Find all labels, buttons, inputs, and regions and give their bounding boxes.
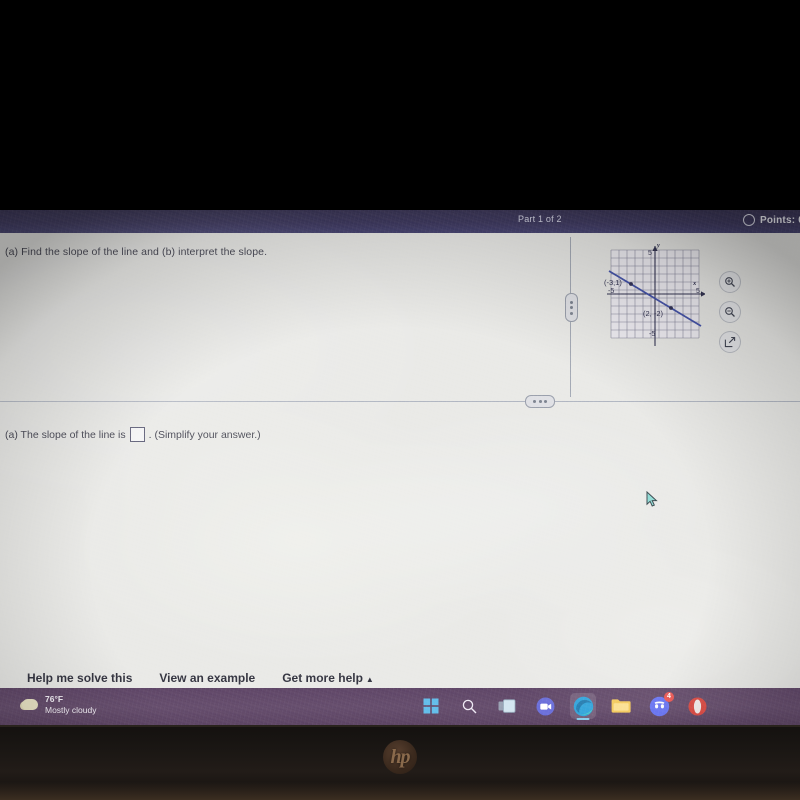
x-tick-positive: 5	[696, 288, 700, 295]
horizontal-divider	[0, 401, 800, 402]
help-me-solve-this-button[interactable]: Help me solve this	[27, 671, 132, 685]
data-point	[629, 282, 633, 286]
search-icon[interactable]	[456, 693, 482, 719]
chat-glyph	[536, 697, 554, 715]
mouse-cursor	[646, 490, 658, 508]
handle-dot	[570, 306, 573, 309]
search-glyph	[462, 699, 476, 713]
notification-badge: 4	[664, 692, 674, 702]
zoom-in-glyph	[725, 277, 735, 287]
graph-toolbar	[719, 271, 741, 353]
weather-text: 76°F Mostly cloudy	[45, 694, 97, 715]
coordinate-graph[interactable]: y x 5 -5 -5 5 (-3,1) (2, -2)	[604, 242, 705, 348]
circle-icon	[742, 214, 755, 226]
part-indicator: Part 1 of 2	[518, 214, 562, 224]
caret-up-icon: ▲	[365, 675, 374, 684]
y-axis-label: y	[657, 242, 660, 249]
expand-graph-icon[interactable]	[719, 331, 741, 353]
x-axis-label: x	[693, 280, 697, 287]
x-tick-negative: -5	[608, 288, 615, 295]
answer-prefix: (a) The slope of the line is	[5, 428, 126, 441]
hp-logo: hp	[383, 740, 417, 774]
cursor-arrow-icon	[646, 490, 658, 507]
data-point	[669, 306, 673, 310]
task-view-icon[interactable]	[494, 693, 520, 719]
weather-widget[interactable]: 76°F Mostly cloudy	[22, 694, 97, 715]
file-explorer-icon[interactable]	[608, 693, 634, 719]
handle-dot	[538, 400, 542, 403]
get-more-help-button[interactable]: Get more help ▲	[282, 671, 374, 685]
teams-chat-icon[interactable]	[532, 693, 558, 719]
laptop-photo: Part 1 of 2 Points: 0 (a) Find the slope…	[0, 0, 800, 800]
answer-row: (a) The slope of the line is . (Simplify…	[5, 427, 261, 442]
slope-answer-input[interactable]	[129, 427, 145, 442]
point-label-b: (2, -2)	[643, 309, 664, 318]
zoom-out-glyph	[725, 307, 735, 317]
edge-glyph	[573, 696, 593, 716]
laptop-screen: Part 1 of 2 Points: 0 (a) Find the slope…	[0, 210, 800, 726]
answer-suffix: . (Simplify your answer.)	[148, 428, 261, 441]
taskbar-icons: 4	[418, 692, 710, 719]
edge-browser-icon[interactable]	[570, 693, 596, 719]
cloud-icon	[22, 699, 38, 711]
folder-glyph	[611, 699, 631, 713]
vertical-resize-handle[interactable]	[565, 293, 578, 322]
help-links: Help me solve this View an example Get m…	[27, 671, 374, 685]
exercise-content-area: (a) Find the slope of the line and (b) i…	[0, 233, 800, 688]
desk-surface	[0, 782, 800, 800]
handle-dot	[570, 311, 573, 315]
y-tick-negative: -5	[649, 331, 656, 338]
opera-icon[interactable]	[684, 693, 710, 719]
expand-glyph	[724, 336, 736, 348]
handle-dot	[533, 400, 536, 403]
question-prompt: (a) Find the slope of the line and (b) i…	[5, 246, 268, 258]
x-axis-arrow	[701, 291, 705, 297]
zoom-out-icon[interactable]	[719, 301, 741, 323]
zoom-in-icon[interactable]	[719, 271, 741, 293]
point-label-a: (-3,1)	[604, 278, 622, 287]
windows-start-icon[interactable]	[418, 693, 444, 719]
weather-condition: Mostly cloudy	[45, 704, 97, 715]
handle-dot	[570, 300, 573, 304]
points-indicator: Points: 0	[742, 214, 800, 226]
view-an-example-button[interactable]: View an example	[159, 671, 255, 685]
app-header-bar: Part 1 of 2 Points: 0	[0, 210, 800, 233]
y-tick-positive: 5	[648, 250, 652, 257]
get-more-help-label: Get more help	[282, 671, 363, 685]
points-label: Points: 0	[759, 214, 800, 226]
windows-logo-glyph	[423, 698, 439, 714]
horizontal-resize-handle[interactable]	[525, 395, 555, 408]
discord-icon[interactable]: 4	[646, 692, 674, 719]
opera-glyph	[688, 697, 706, 715]
windows-taskbar: 76°F Mostly cloudy 4	[0, 688, 800, 726]
task-view-glyph	[498, 698, 516, 713]
handle-dot	[544, 400, 547, 403]
weather-temperature: 76°F	[45, 694, 64, 704]
